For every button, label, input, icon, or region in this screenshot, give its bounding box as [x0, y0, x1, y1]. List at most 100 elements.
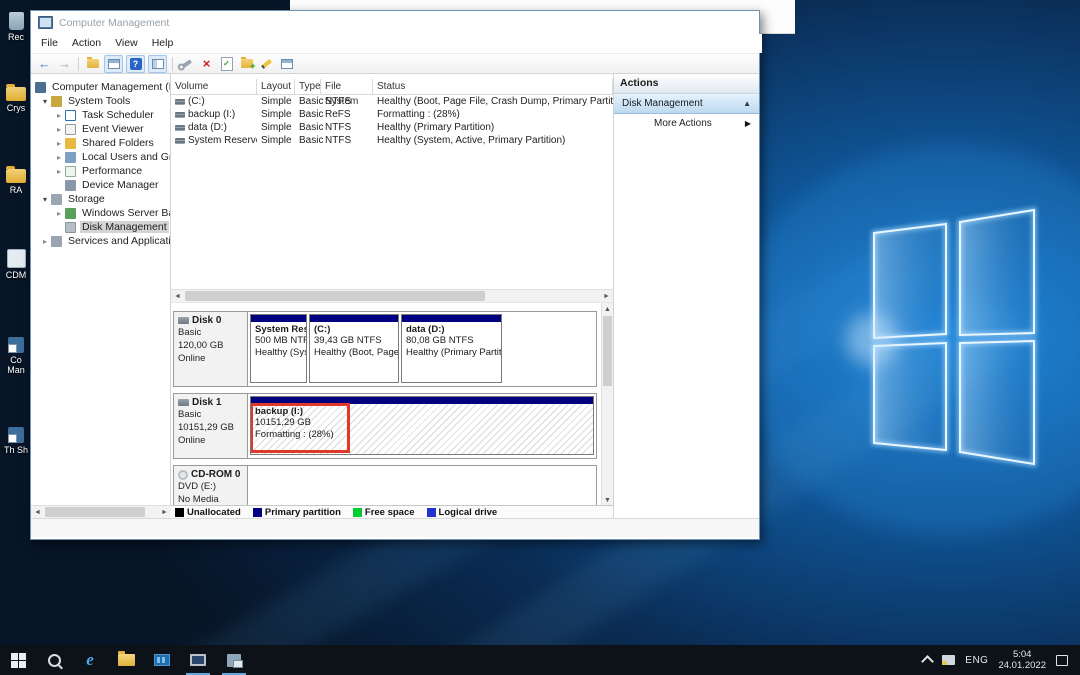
taskbar-clock[interactable]: 5:04 24.01.2022	[998, 649, 1046, 671]
shared-folders-icon	[65, 137, 76, 149]
check-document-icon[interactable]: ✓	[218, 56, 235, 72]
properties-icon[interactable]	[278, 56, 295, 72]
chevron-right-icon[interactable]: ▸	[53, 125, 65, 134]
search-button[interactable]	[36, 645, 72, 675]
chevron-right-icon[interactable]: ▸	[53, 153, 65, 162]
disk-tool-task-button[interactable]	[216, 645, 252, 675]
key-tool-icon[interactable]	[178, 56, 195, 72]
volume-row-data[interactable]: data (D:) Simple Basic NTFS Healthy (Pri…	[171, 121, 613, 134]
delete-icon[interactable]: ×	[198, 56, 215, 72]
tree-item-performance[interactable]: ▸ Performance	[31, 164, 170, 178]
tree-item-device-manager[interactable]: Device Manager	[31, 178, 170, 192]
column-header-filesystem[interactable]: File System	[321, 79, 373, 107]
desktop-icon-label: RA	[9, 185, 23, 195]
forward-icon[interactable]: →	[56, 56, 73, 72]
show-console-tree-icon[interactable]	[148, 54, 167, 73]
partition-c[interactable]: (C:) 39,43 GB NTFS Healthy (Boot, Page F…	[309, 314, 399, 383]
desktop-icon-cdm[interactable]: CDM	[1, 249, 31, 280]
edit-icon[interactable]	[258, 56, 275, 72]
desktop-icon-computer-management[interactable]: Co Man	[1, 337, 31, 375]
disk-1-label[interactable]: Disk 1 Basic 10151,29 GB Online	[174, 394, 248, 458]
chevron-right-icon[interactable]: ▸	[53, 139, 65, 148]
scroll-down-icon[interactable]: ▼	[602, 494, 613, 505]
tree-item-computer-management[interactable]: Computer Management (Local)	[31, 80, 170, 94]
chevron-down-icon[interactable]: ▾	[39, 97, 51, 106]
chevron-right-icon[interactable]: ▸	[53, 167, 65, 176]
scrollbar-thumb[interactable]	[45, 507, 145, 517]
partition-system-reserved[interactable]: System Reserved 500 MB NTFS Healthy (Sys…	[250, 314, 307, 383]
notification-center-icon[interactable]	[1056, 654, 1068, 666]
column-header-status[interactable]: Status	[373, 79, 613, 94]
actions-group-disk-management[interactable]: Disk Management ▲	[614, 94, 759, 114]
tree-item-windows-server-backup[interactable]: ▸Windows Server Backup	[31, 206, 170, 220]
scrollbar-thumb[interactable]	[185, 291, 485, 301]
scroll-right-icon[interactable]: ►	[600, 290, 613, 302]
disk-0-label[interactable]: Disk 0 Basic 120,00 GB Online	[174, 312, 248, 386]
internet-explorer-button[interactable]: e	[72, 645, 108, 675]
primary-partition-bar	[402, 315, 501, 322]
menu-action[interactable]: Action	[65, 34, 108, 53]
tray-expand-icon[interactable]	[921, 655, 935, 668]
chevron-down-icon[interactable]: ▾	[39, 195, 51, 204]
language-indicator[interactable]: ENG	[965, 655, 988, 666]
desktop-icon-recycle-bin[interactable]: Rec	[1, 12, 31, 42]
tree-item-disk-management[interactable]: Disk Management	[31, 220, 170, 234]
tree-item-task-scheduler[interactable]: ▸ Task Scheduler	[31, 108, 170, 122]
collapse-icon[interactable]: ▲	[743, 99, 751, 108]
partition-backup-formatting[interactable]: backup (I:) 10151,29 GB Formatting : (28…	[250, 396, 594, 455]
disk-view-vertical-scrollbar[interactable]: ▲ ▼	[601, 303, 613, 505]
tree-horizontal-scrollbar[interactable]: ◄ ►	[31, 505, 171, 518]
recycle-bin-icon	[8, 12, 24, 30]
scroll-left-icon[interactable]: ◄	[171, 290, 184, 302]
volume-icon	[175, 98, 185, 105]
export-list-icon[interactable]	[84, 56, 101, 72]
tree-item-storage[interactable]: ▾ Storage	[31, 192, 170, 206]
column-header-type[interactable]: Type	[295, 79, 321, 94]
tree-item-local-users-groups[interactable]: ▸Local Users and Groups	[31, 150, 170, 164]
scroll-right-icon[interactable]: ►	[158, 506, 171, 518]
chevron-right-icon[interactable]: ▸	[39, 237, 51, 246]
computer-icon	[35, 81, 46, 93]
window-title: Computer Management	[59, 16, 170, 29]
computer-management-task-button[interactable]	[180, 645, 216, 675]
desktop-icon-ra[interactable]: RA	[1, 166, 31, 195]
tree-item-event-viewer[interactable]: ▸ Event Viewer	[31, 122, 170, 136]
tree-item-services-applications[interactable]: ▸Services and Applications	[31, 234, 170, 248]
server-manager-button[interactable]	[144, 645, 180, 675]
tree-item-shared-folders[interactable]: ▸ Shared Folders	[31, 136, 170, 150]
disk-management-pane: Volume Layout Type File System Status (C…	[171, 74, 613, 518]
partition-data[interactable]: data (D:) 80,08 GB NTFS Healthy (Primary…	[401, 314, 502, 383]
desktop-icon-label: Th Sh	[3, 445, 28, 455]
chevron-right-icon[interactable]: ▸	[53, 111, 65, 120]
volume-row-system-reserved[interactable]: System Reserved Simple Basic NTFS Health…	[171, 134, 613, 147]
desktop-icon-crystal[interactable]: Crys	[1, 84, 31, 113]
legend-color-swatch	[352, 507, 362, 517]
menu-view[interactable]: View	[108, 34, 145, 53]
back-icon[interactable]: ←	[36, 56, 53, 72]
shortcut-icon	[8, 427, 24, 443]
column-header-layout[interactable]: Layout	[257, 79, 295, 94]
add-folder-icon[interactable]: +	[238, 56, 256, 72]
volume-list-horizontal-scrollbar[interactable]: ◄ ►	[171, 289, 613, 302]
console-window-icon[interactable]	[104, 54, 123, 73]
title-bar[interactable]: Computer Management	[31, 11, 759, 34]
scroll-up-icon[interactable]: ▲	[602, 303, 613, 315]
column-header-volume[interactable]: Volume	[171, 79, 257, 94]
help-icon[interactable]: ?	[126, 54, 145, 73]
cdrom-0-row: CD-ROM 0 DVD (E:) No Media	[173, 465, 597, 505]
cdrom-0-label[interactable]: CD-ROM 0 DVD (E:) No Media	[174, 466, 248, 505]
volume-row-c[interactable]: (C:) Simple Basic NTFS Healthy (Boot, Pa…	[171, 95, 613, 108]
start-button[interactable]	[0, 645, 36, 675]
more-actions-item[interactable]: More Actions ▶	[614, 114, 759, 132]
file-explorer-button[interactable]	[108, 645, 144, 675]
menu-help[interactable]: Help	[145, 34, 181, 53]
scroll-left-icon[interactable]: ◄	[31, 506, 44, 518]
network-tray-icon[interactable]	[942, 655, 956, 665]
tree-item-system-tools[interactable]: ▾ System Tools	[31, 94, 170, 108]
windows-start-icon	[10, 652, 26, 668]
desktop-icon-shortcut[interactable]: Th Sh	[1, 427, 31, 455]
volume-row-backup[interactable]: backup (I:) Simple Basic ReFS Formatting…	[171, 108, 613, 121]
menu-file[interactable]: File	[34, 34, 65, 53]
chevron-right-icon[interactable]: ▸	[53, 209, 65, 218]
scrollbar-thumb[interactable]	[603, 316, 612, 386]
